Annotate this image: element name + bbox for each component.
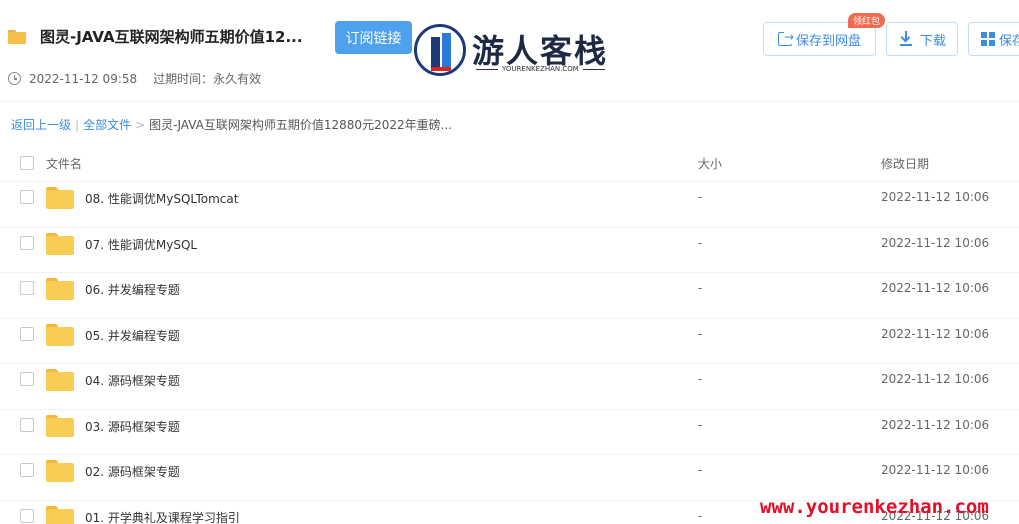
save-to-cloud-label: 保存到网盘 bbox=[795, 33, 861, 49]
row-checkbox[interactable] bbox=[20, 463, 34, 477]
file-size: - bbox=[698, 326, 703, 341]
row-checkbox[interactable] bbox=[20, 326, 34, 341]
breadcrumb-arrow: > bbox=[135, 117, 146, 132]
file-name[interactable]: 06. 并发编程专题 bbox=[85, 281, 180, 298]
save-icon bbox=[777, 30, 795, 46]
subscribe-link-button[interactable]: 订阅链接 bbox=[335, 21, 412, 54]
column-date[interactable]: 修改日期 bbox=[881, 155, 929, 172]
row-checkbox[interactable] bbox=[20, 190, 34, 204]
file-size: - bbox=[698, 372, 703, 386]
file-name[interactable]: 05. 并发编程专题 bbox=[85, 327, 180, 344]
folder-icon bbox=[46, 414, 74, 437]
folder-icon bbox=[46, 187, 74, 209]
breadcrumb-divider: | bbox=[75, 117, 80, 132]
download-label: 下载 bbox=[919, 33, 946, 49]
file-date: 2022-11-12 10:06 bbox=[881, 326, 990, 341]
expire-time: 过期时间：永久有效 bbox=[153, 72, 262, 86]
folder-icon bbox=[46, 369, 74, 391]
table-row[interactable]: 04. 源码框架专题 - 2022-11-12 10:06 bbox=[0, 364, 1019, 410]
file-name[interactable]: 01. 开学典礼及课程学习指引 bbox=[85, 509, 240, 524]
select-all-checkbox[interactable] bbox=[20, 156, 34, 170]
folder-icon bbox=[8, 29, 26, 44]
download-button[interactable]: 下载 bbox=[886, 22, 958, 56]
share-header: 图灵-JAVA互联网架构师五期价值12... 订阅链接 游人客栈 YOURENK… bbox=[0, 0, 1019, 102]
breadcrumb-all-files-link[interactable]: 全部文件 bbox=[83, 116, 131, 133]
table-row[interactable]: 03. 源码框架专题 - 2022-11-12 10:06 bbox=[0, 410, 1019, 455]
share-meta: 2022-11-12 09:58 过期时间：永久有效 bbox=[8, 70, 261, 87]
breadcrumb-back-link[interactable]: 返回上一级 bbox=[11, 116, 71, 133]
row-checkbox[interactable] bbox=[20, 281, 34, 295]
file-size: - bbox=[698, 508, 703, 523]
title-row: 图灵-JAVA互联网架构师五期价值12... bbox=[8, 26, 303, 47]
logo-subtext: YOURENKEZHAN.COM bbox=[472, 65, 600, 73]
file-size: - bbox=[698, 190, 703, 204]
folder-icon bbox=[46, 323, 74, 346]
save-qrcode-button[interactable]: 保存 bbox=[968, 22, 1019, 56]
logo-mark-icon bbox=[414, 24, 466, 76]
save-qrcode-label: 保存 bbox=[999, 33, 1019, 49]
site-logo: 游人客栈 YOURENKEZHAN.COM bbox=[414, 24, 606, 78]
file-name[interactable]: 08. 性能调优MySQLTomcat bbox=[85, 190, 238, 207]
site-watermark: www.yourenkezhan.com bbox=[760, 496, 989, 518]
file-size: - bbox=[698, 463, 703, 477]
file-name[interactable]: 03. 源码框架专题 bbox=[85, 418, 180, 435]
table-row[interactable]: 06. 并发编程专题 - 2022-11-12 10:06 bbox=[0, 273, 1019, 319]
file-list: 08. 性能调优MySQLTomcat -2022-11-12 10:06 07. … bbox=[0, 182, 1019, 524]
file-table-header: 文件名 大小 修改日期 bbox=[0, 146, 1019, 182]
file-date: 2022-11-12 10:06 bbox=[881, 372, 990, 386]
clock-icon bbox=[8, 72, 21, 85]
file-size: - bbox=[698, 281, 703, 295]
share-title: 图灵-JAVA互联网架构师五期价值12... bbox=[40, 28, 303, 46]
folder-icon bbox=[46, 460, 74, 482]
row-checkbox[interactable] bbox=[20, 417, 34, 432]
file-size: - bbox=[698, 417, 703, 432]
folder-icon bbox=[46, 505, 74, 524]
folder-icon bbox=[46, 232, 74, 255]
file-date: 2022-11-12 10:06 bbox=[881, 417, 990, 432]
row-checkbox[interactable] bbox=[20, 372, 34, 386]
download-icon bbox=[898, 31, 916, 47]
file-size: - bbox=[698, 235, 703, 250]
breadcrumb-current: 图灵-JAVA互联网架构师五期价值12880元2022年重磅... bbox=[149, 118, 453, 132]
folder-icon bbox=[46, 278, 74, 300]
table-row[interactable]: 07. 性能调优MySQL - 2022-11-12 10:06 bbox=[0, 228, 1019, 273]
file-name[interactable]: 04. 源码框架专题 bbox=[85, 372, 180, 389]
row-checkbox[interactable] bbox=[20, 235, 34, 250]
file-name[interactable]: 07. 性能调优MySQL bbox=[85, 236, 197, 253]
table-row[interactable]: 08. 性能调优MySQLTomcat - 2022-11-12 10:06 bbox=[0, 182, 1019, 228]
file-name[interactable]: 02. 源码框架专题 bbox=[85, 463, 180, 480]
column-name[interactable]: 文件名 bbox=[46, 155, 82, 172]
file-date: 2022-11-12 10:06 bbox=[881, 235, 990, 250]
file-date: 2022-11-12 10:06 bbox=[881, 463, 990, 477]
red-packet-badge[interactable]: 领红包 bbox=[848, 13, 886, 28]
table-row[interactable]: 02. 源码框架专题 - 2022-11-12 10:06 bbox=[0, 455, 1019, 501]
breadcrumb: 返回上一级 | 全部文件 > 图灵-JAVA互联网架构师五期价值12880元20… bbox=[11, 116, 452, 133]
column-size[interactable]: 大小 bbox=[698, 155, 722, 172]
file-date: 2022-11-12 10:06 bbox=[881, 190, 990, 204]
file-date: 2022-11-12 10:06 bbox=[881, 281, 990, 295]
qrcode-icon bbox=[981, 32, 995, 46]
share-time: 2022-11-12 09:58 bbox=[29, 71, 138, 86]
row-checkbox[interactable] bbox=[20, 508, 34, 523]
table-row[interactable]: 05. 并发编程专题 - 2022-11-12 10:06 bbox=[0, 319, 1019, 364]
